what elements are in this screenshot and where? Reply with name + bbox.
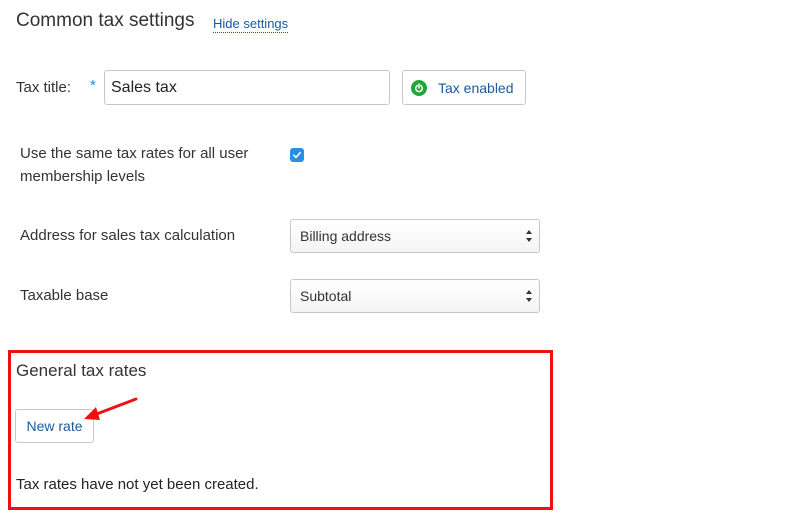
taxable-base-select-value: Subtotal	[300, 288, 352, 304]
checkmark-icon	[293, 151, 301, 159]
power-icon	[411, 79, 427, 96]
tax-enabled-button[interactable]: Tax enabled	[402, 70, 526, 105]
address-select[interactable]: Billing address	[290, 219, 540, 253]
taxable-base-select[interactable]: Subtotal	[290, 279, 540, 313]
section-title: Common tax settings	[16, 10, 195, 31]
tax-enabled-label: Tax enabled	[438, 79, 514, 96]
new-rate-label: New rate	[26, 418, 83, 434]
select-arrows-icon	[526, 230, 532, 242]
required-marker: *	[90, 77, 96, 94]
empty-rates-message: Tax rates have not yet been created.	[16, 476, 259, 493]
address-select-value: Billing address	[300, 228, 392, 244]
hide-settings-link[interactable]: Hide settings	[213, 16, 289, 33]
tax-title-label: Tax title:	[16, 79, 72, 96]
arrow-annotation-icon	[84, 397, 138, 420]
taxable-base-label: Taxable base	[20, 287, 109, 304]
address-label: Address for sales tax calculation	[20, 227, 236, 244]
same-rates-label: Use the same tax rates for all user memb…	[20, 145, 249, 185]
same-rates-checkbox[interactable]	[290, 148, 304, 162]
tax-title-input[interactable]	[104, 70, 390, 105]
select-arrows-icon	[526, 290, 532, 302]
general-rates-title: General tax rates	[16, 361, 147, 380]
